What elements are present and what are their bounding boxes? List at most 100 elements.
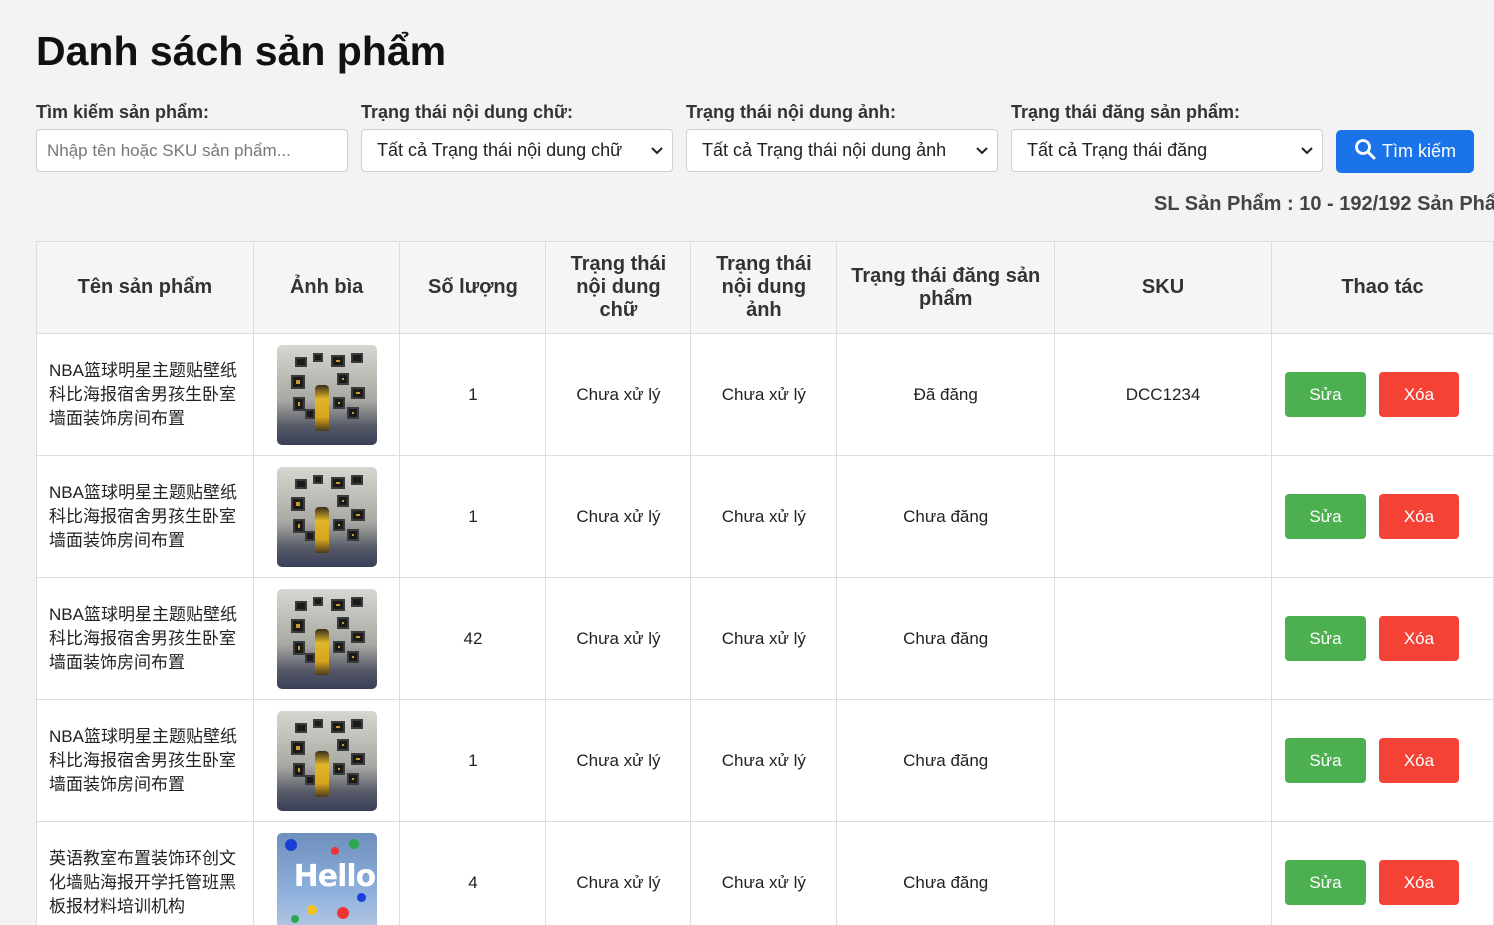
header-quantity[interactable]: Số lượng xyxy=(399,241,547,334)
actions-cell: Sửa Xóa xyxy=(1270,699,1494,822)
poster-frame xyxy=(312,596,323,606)
text-status: Chưa xử lý xyxy=(545,455,692,578)
decoration-dot xyxy=(356,892,366,902)
text-status: Chưa xử lý xyxy=(545,699,692,822)
player-poster xyxy=(314,628,329,675)
poster-frame xyxy=(332,396,345,409)
text-status-selected: Tất cả Trạng thái nội dung chữ xyxy=(377,140,623,160)
player-poster xyxy=(314,750,329,797)
header-image-status[interactable]: Trạng thái nội dung ảnh xyxy=(690,241,838,334)
cover-image xyxy=(276,344,377,445)
text-status-select[interactable]: Tất cả Trạng thái nội dung chữ xyxy=(361,129,673,172)
image-status: Chưa xử lý xyxy=(690,333,838,456)
poster-frame xyxy=(292,762,305,777)
publish-status-selected: Tất cả Trạng thái đăng xyxy=(1027,140,1208,160)
poster-frame xyxy=(336,738,349,751)
table-row: NBA篮球明星主题贴壁纸科比海报宿舍男孩生卧室墙面装饰房间布置 42 Chưa xử… xyxy=(36,577,1494,700)
poster-frame xyxy=(294,600,307,611)
cover-image xyxy=(276,588,377,689)
poster-frame xyxy=(350,718,363,729)
delete-button[interactable]: Xóa xyxy=(1378,738,1459,783)
cover-image-text: Hello xyxy=(293,858,377,894)
poster-frame xyxy=(304,530,315,541)
poster-frame xyxy=(350,352,363,363)
poster-frame xyxy=(350,508,365,521)
product-name: NBA篮球明星主题贴壁纸科比海报宿舍男孩生卧室墙面装饰房间布置 xyxy=(36,455,254,578)
publish-status: Chưa đăng xyxy=(836,821,1056,925)
text-status-label: Trạng thái nội dung chữ: xyxy=(361,102,574,122)
image-status: Chưa xử lý xyxy=(690,699,838,822)
sku xyxy=(1054,455,1272,578)
poster-frame xyxy=(304,652,315,663)
quantity: 4 xyxy=(399,821,547,925)
header-publish-status[interactable]: Trạng thái đăng sản phẩm xyxy=(836,241,1056,334)
quantity: 1 xyxy=(399,333,547,456)
poster-frame xyxy=(312,718,323,728)
header-text-status[interactable]: Trạng thái nội dung chữ xyxy=(545,241,692,334)
poster-frame xyxy=(294,478,307,489)
table-row: 英语教室布置装饰环创文化墙贴海报开学托管班黑板报材料培训机构 Hello 4 Chưa… xyxy=(36,821,1494,925)
image-status-select[interactable]: Tất cả Trạng thái nội dung ảnh xyxy=(686,129,998,172)
publish-status: Chưa đăng xyxy=(836,699,1056,822)
poster-frame xyxy=(346,650,359,663)
player-poster xyxy=(314,384,329,431)
edit-button[interactable]: Sửa xyxy=(1284,372,1366,417)
cover-cell xyxy=(252,577,401,700)
cover-cell xyxy=(252,333,401,456)
sku xyxy=(1054,577,1272,700)
chevron-down-icon xyxy=(967,146,997,155)
actions-cell: Sửa Xóa xyxy=(1270,455,1494,578)
edit-button[interactable]: Sửa xyxy=(1284,860,1366,905)
poster-frame xyxy=(312,352,323,362)
sku xyxy=(1054,699,1272,822)
decoration-dot xyxy=(330,846,339,855)
poster-frame xyxy=(330,598,345,611)
delete-button[interactable]: Xóa xyxy=(1378,372,1459,417)
edit-button[interactable]: Sửa xyxy=(1284,494,1366,539)
edit-button[interactable]: Sửa xyxy=(1284,616,1366,661)
decoration-dot xyxy=(290,914,299,923)
product-name: 英语教室布置装饰环创文化墙贴海报开学托管班黑板报材料培训机构 xyxy=(36,821,254,925)
text-status: Chưa xử lý xyxy=(545,333,692,456)
cover-cell xyxy=(252,699,401,822)
publish-status-select[interactable]: Tất cả Trạng thái đăng xyxy=(1011,129,1323,172)
product-name: NBA篮球明星主题贴壁纸科比海报宿舍男孩生卧室墙面装饰房间布置 xyxy=(36,699,254,822)
decoration-dot xyxy=(284,838,297,851)
poster-frame xyxy=(350,386,365,399)
actions-cell: Sửa Xóa xyxy=(1270,577,1494,700)
search-input[interactable] xyxy=(36,129,348,172)
poster-frame xyxy=(330,354,345,367)
poster-frame xyxy=(332,762,345,775)
delete-button[interactable]: Xóa xyxy=(1378,494,1459,539)
poster-frame xyxy=(346,406,359,419)
poster-frame xyxy=(292,640,305,655)
delete-button[interactable]: Xóa xyxy=(1378,860,1459,905)
search-label: Tìm kiếm sản phẩm: xyxy=(36,102,210,122)
quantity: 1 xyxy=(399,699,547,822)
table-row: NBA篮球明星主题贴壁纸科比海报宿舍男孩生卧室墙面装饰房间布置 1 Chưa xử … xyxy=(36,455,1494,578)
poster-frame xyxy=(290,740,305,755)
poster-frame xyxy=(350,474,363,485)
poster-frame xyxy=(304,774,315,785)
quantity: 1 xyxy=(399,455,547,578)
table-row: NBA篮球明星主题贴壁纸科比海报宿舍男孩生卧室墙面装饰房间布置 1 Chưa xử … xyxy=(36,333,1494,456)
poster-frame xyxy=(290,374,305,389)
decoration-dot xyxy=(336,906,349,919)
text-status: Chưa xử lý xyxy=(545,821,692,925)
poster-frame xyxy=(294,722,307,733)
publish-status-label: Trạng thái đăng sản phẩm: xyxy=(1011,102,1241,122)
cover-cell: Hello xyxy=(252,821,401,925)
edit-button[interactable]: Sửa xyxy=(1284,738,1366,783)
decoration-dot xyxy=(348,838,359,849)
header-sku[interactable]: SKU xyxy=(1054,241,1272,334)
header-name[interactable]: Tên sản phẩm xyxy=(36,241,254,334)
quantity: 42 xyxy=(399,577,547,700)
image-status: Chưa xử lý xyxy=(690,821,838,925)
product-count: SL Sản Phẩm : 10 - 192/192 Sản Phẩm xyxy=(1154,193,1494,215)
image-status: Chưa xử lý xyxy=(690,577,838,700)
poster-frame xyxy=(294,356,307,367)
search-button[interactable]: Tìm kiếm xyxy=(1336,130,1474,173)
header-cover[interactable]: Ảnh bìa xyxy=(252,241,401,334)
chevron-down-icon xyxy=(1292,146,1322,155)
delete-button[interactable]: Xóa xyxy=(1378,616,1459,661)
